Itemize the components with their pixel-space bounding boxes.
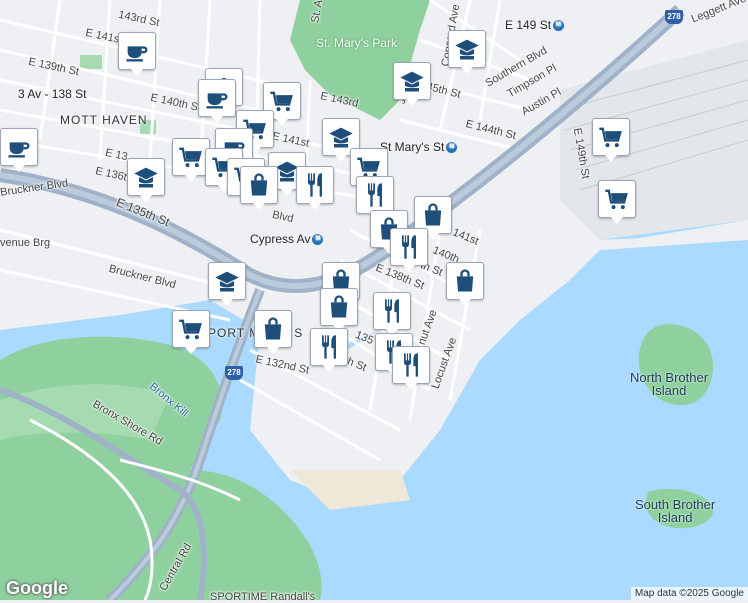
poi-marker[interactable] <box>127 158 165 202</box>
poi-marker[interactable] <box>208 262 246 306</box>
poi-marker[interactable] <box>598 180 636 224</box>
subway-icon: M <box>446 142 458 154</box>
grocery-icon <box>603 185 631 213</box>
poi-marker[interactable] <box>0 128 38 172</box>
poi-marker[interactable] <box>310 328 348 372</box>
grocery-icon <box>597 123 625 151</box>
poi-marker[interactable] <box>118 32 156 76</box>
grocery-icon <box>177 143 205 171</box>
poi-marker[interactable] <box>320 288 358 332</box>
poi-marker[interactable] <box>172 310 210 354</box>
poi-marker[interactable] <box>240 166 278 210</box>
restaurant-icon <box>361 181 389 209</box>
station-name: 3 Av - 138 St <box>18 87 87 101</box>
school-icon <box>213 267 241 295</box>
neighborhood-label: MOTT HAVEN <box>60 113 148 127</box>
shopping-bag-icon <box>451 267 479 295</box>
restaurant-icon <box>315 333 343 361</box>
map-attribution[interactable]: Map data ©2025 Google <box>630 587 748 600</box>
restaurant-icon <box>378 297 406 325</box>
island-label: North Brother Island <box>630 371 708 397</box>
station-name: E 149 St <box>505 18 552 32</box>
cafe-icon <box>123 37 151 65</box>
poi-marker[interactable] <box>296 166 334 210</box>
shopping-bag-icon <box>259 315 287 343</box>
restaurant-icon <box>397 351 425 379</box>
subway-station-label[interactable]: St Mary's St M <box>380 140 458 154</box>
subway-station-label[interactable]: E 149 St M <box>505 18 565 32</box>
school-icon <box>132 163 160 191</box>
school-icon <box>398 67 426 95</box>
island-label: South Brother Island <box>635 498 715 524</box>
poi-marker[interactable] <box>448 30 486 74</box>
interstate-shield: 278 <box>225 366 243 380</box>
poi-marker[interactable] <box>446 262 484 306</box>
school-icon <box>453 35 481 63</box>
interstate-shield: 278 <box>665 10 683 24</box>
google-logo: Google <box>6 578 68 598</box>
grocery-icon <box>177 315 205 343</box>
subway-icon: M <box>553 20 565 32</box>
cafe-icon <box>5 133 33 161</box>
shopping-bag-icon <box>325 293 353 321</box>
poi-marker[interactable] <box>390 228 428 272</box>
poi-marker[interactable] <box>392 346 430 390</box>
subway-icon: M <box>312 234 324 246</box>
island-label-line2: Island <box>651 383 687 398</box>
poi-marker[interactable] <box>592 118 630 162</box>
park-label: St. Mary's Park <box>316 36 397 50</box>
restaurant-icon <box>301 171 329 199</box>
poi-marker[interactable] <box>254 310 292 354</box>
station-name: Cypress Av <box>250 232 311 246</box>
shopping-bag-icon <box>245 171 273 199</box>
subway-station-label[interactable]: Cypress Av M <box>250 232 324 246</box>
cafe-icon <box>203 84 231 112</box>
restaurant-icon <box>395 233 423 261</box>
poi-marker[interactable] <box>356 176 394 220</box>
poi-marker[interactable] <box>393 62 431 106</box>
school-icon <box>327 123 355 151</box>
island-label-line2: Island <box>657 510 693 525</box>
shopping-bag-icon <box>419 201 447 229</box>
station-name: St Mary's St <box>380 140 445 154</box>
poi-marker[interactable] <box>198 79 236 123</box>
subway-station-label[interactable]: 3 Av - 138 St <box>18 88 87 100</box>
poi-label: SPORTIME Randall's <box>210 591 316 603</box>
poi-marker[interactable] <box>373 292 411 336</box>
street-label: venue Brg <box>0 237 51 249</box>
